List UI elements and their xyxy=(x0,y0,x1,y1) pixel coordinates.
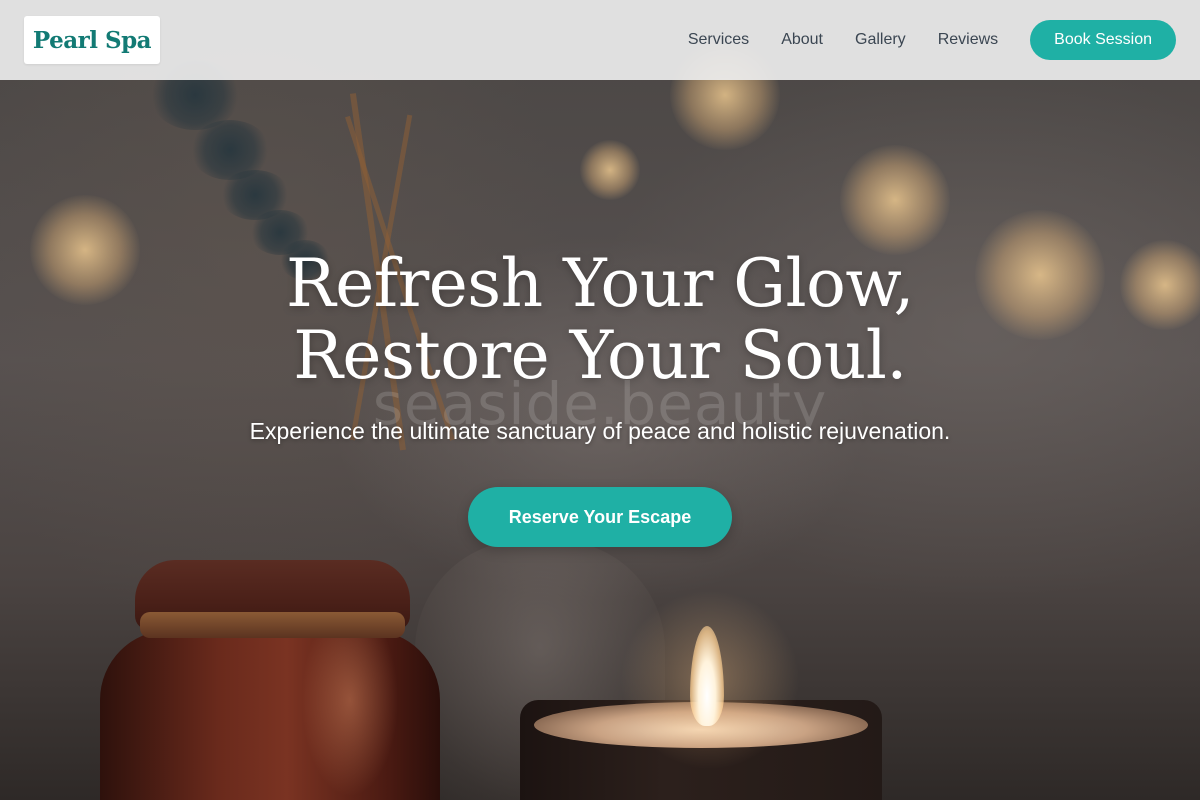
book-session-button[interactable]: Book Session xyxy=(1030,20,1176,60)
nav-link-services[interactable]: Services xyxy=(688,31,749,49)
hero-subtitle: Experience the ultimate sanctuary of pea… xyxy=(249,418,951,444)
hero-title-line-2: Restore Your Soul. xyxy=(293,317,907,394)
nav-link-gallery[interactable]: Gallery xyxy=(855,31,906,49)
hero-section: Refresh Your Glow, Restore Your Soul. Ex… xyxy=(0,248,1200,547)
logo-text: Pearl Spa xyxy=(32,26,152,54)
hero-title-line-1: Refresh Your Glow, xyxy=(286,245,914,322)
nav-link-about[interactable]: About xyxy=(781,31,823,49)
reserve-escape-button[interactable]: Reserve Your Escape xyxy=(468,487,732,547)
logo[interactable]: Pearl Spa xyxy=(24,16,160,64)
site-header: Pearl Spa Services About Gallery Reviews… xyxy=(0,0,1200,80)
hero-title: Refresh Your Glow, Restore Your Soul. xyxy=(0,248,1200,392)
nav-link-reviews[interactable]: Reviews xyxy=(938,31,998,49)
landing-page: seaside.beauty Pearl Spa Services About … xyxy=(0,0,1200,800)
main-nav: Services About Gallery Reviews Book Sess… xyxy=(688,20,1176,60)
